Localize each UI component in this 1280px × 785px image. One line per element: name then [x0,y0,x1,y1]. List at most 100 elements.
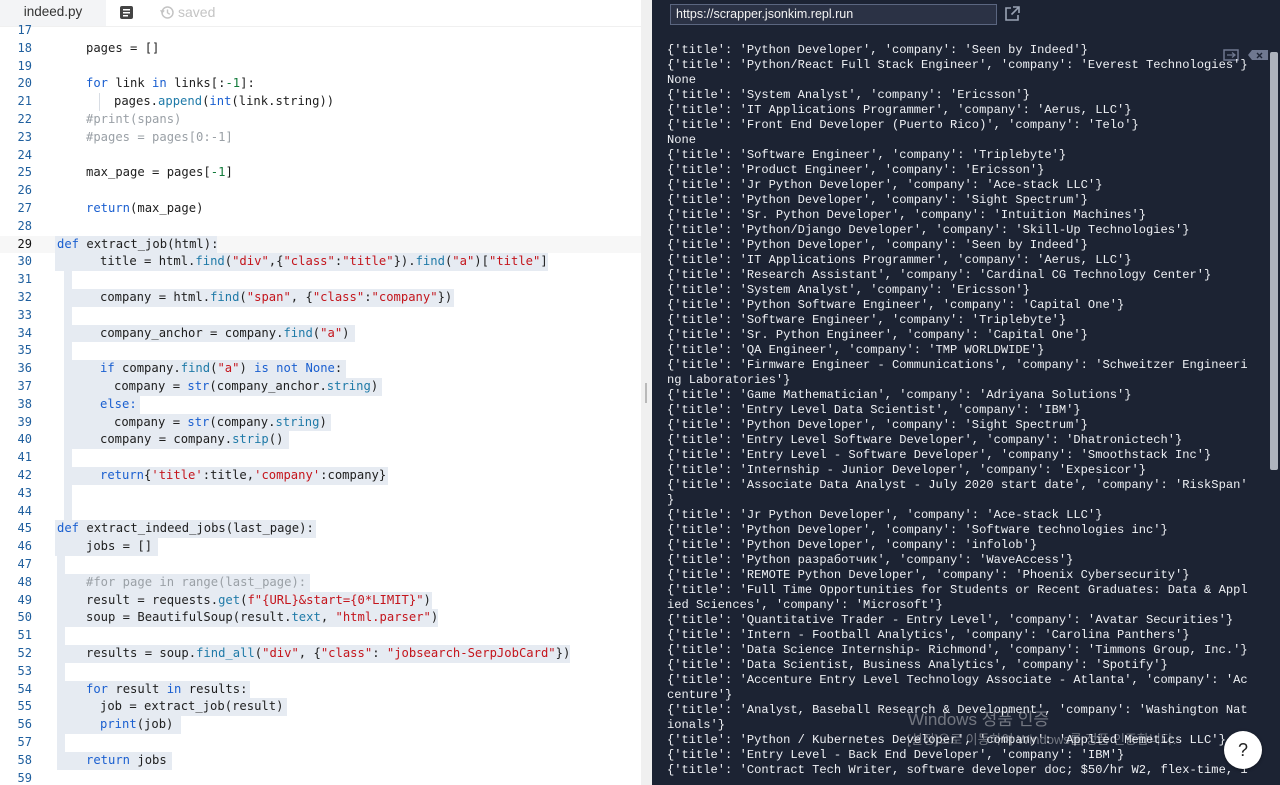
console-output-line: {'title': 'Product Engineer', 'company':… [667,163,1045,177]
console-output-line: {'title': 'Python Developer', 'company':… [667,418,1088,432]
line-number: 54 [17,681,32,696]
console-output-line: {'title': 'Intern - Football Analytics',… [667,628,1190,642]
console-output-line: {'title': 'System Analyst', 'company': '… [667,283,1030,297]
code-text: )[ [474,254,489,269]
number: -1 [210,165,226,180]
code-text: ) [239,361,255,376]
console-output-line: {'title': 'Quantitative Trader - Entry L… [667,613,1234,627]
attribute: string [275,414,320,429]
code-text: , [320,610,336,625]
line-number: 52 [17,646,32,660]
open-in-new-tab-icon[interactable] [1003,5,1021,23]
code-text: company = company. [100,432,233,447]
line-number: 58 [17,752,32,767]
code-line-42: return{'title':title,'company':company} [100,467,386,485]
code-line-20: for link in links[:-1]: [86,75,255,93]
pane-resize-handle[interactable] [645,383,647,403]
console-output-line: {'title': 'Contract Tech Writer, softwar… [667,763,1248,777]
code-text: ) [370,379,379,393]
code-line-52: results = soup.find_all("div", {"class":… [86,645,570,663]
builtin: int [209,94,232,109]
line-number: 21 [17,94,32,109]
code-text: extract_job(html): [79,236,219,251]
string: "jobsearch-SerpJobCard" [386,646,556,660]
number: -1 [225,76,241,91]
code-text: (job) [136,717,174,732]
builtin: print [100,717,137,732]
console-output-line: {'title': 'Data Scientist, Business Anal… [667,658,1168,672]
line-number: 20 [17,76,32,91]
code-text: pages = [] [86,40,160,55]
function: get [218,592,241,607]
code-text: company. [114,361,181,376]
console-output-line: {'title': 'IT Applications Programmer', … [667,103,1132,117]
code-text: link [108,76,153,91]
console-output-line: {'title': 'Python Developer', 'company':… [667,43,1088,57]
code-line-18: pages = [] [86,40,159,58]
selection-highlight [57,627,65,645]
code-text: company = [114,414,188,429]
string: "class" [283,254,335,269]
string: "a" [320,325,343,340]
repl-url-field[interactable]: https://scrapper.jsonkim.repl.run [670,4,997,25]
code-text: () [268,432,284,447]
clear-console-icon[interactable] [1248,50,1268,60]
selection-highlight [64,306,72,325]
function: find [283,325,313,340]
code-line-46: jobs = [] [86,539,153,554]
console-scrollbar[interactable] [1270,52,1278,470]
console-output-line: {'title': 'Jr Python Developer', 'compan… [667,178,1103,192]
console-output-line: ng Laboratories'} [667,373,791,387]
code-text: company = [114,379,188,393]
console-output-line: {'title': 'Entry Level - Back End Develo… [667,748,1125,762]
code-text: result = requests. [86,592,219,607]
code-text: max_page = pages[ [86,165,211,180]
console-output-line: {'title': 'IT Applications Programmer', … [667,253,1132,267]
code-text: :title, [202,468,255,482]
code-text: : [364,290,372,304]
function: find [195,254,225,269]
string: "class" [320,646,373,660]
code-line-22: #print(spans) [86,112,182,126]
code-editor[interactable]: indeed.py saved 17 18 pages = [] 19 20 f… [0,0,641,785]
code-line-50: soup = BeautifulSoup(result.text, "html.… [86,609,438,627]
code-text: company_anchor = company. [100,325,284,340]
line-number: 34 [17,325,32,340]
builtin: str [187,379,210,393]
keyword: in [166,681,182,696]
keyword: for [86,76,109,91]
code-text: (link.string)) [231,94,335,109]
console-output-line: {'title': 'System Analyst', 'company': '… [667,88,1030,102]
line-number: 27 [17,201,32,215]
code-line-27: return(max_page) [86,200,203,218]
code-text: results: [181,681,248,696]
code-text: ) [423,592,431,607]
console-output-line: centure'} [667,688,733,702]
keyword: in [152,76,167,91]
line-number: 36 [17,361,32,376]
outline-icon[interactable] [119,5,134,20]
keyword: return [86,752,131,767]
line-number: 55 [17,699,32,714]
history-icon [160,6,174,19]
console-output-line: ied Sciences', 'company': 'Microsoft'} [667,598,943,612]
console-output-line: {'title': 'Python Developer', 'company':… [667,238,1088,252]
line-number: 22 [17,112,32,126]
line-number: 19 [17,58,32,73]
console-output-line: {'title': 'Internship - Junior Developer… [667,463,1146,477]
code-text: jobs [130,752,167,767]
selection-highlight [64,484,72,503]
console-output-line: {'title': 'Entry Level Data Scientist', … [667,403,1081,417]
code-text: links[: [166,76,226,91]
line-number: 42 [17,468,32,482]
keyword: is not [254,361,299,376]
code-text: company = html. [100,290,211,304]
help-button[interactable]: ? [1224,731,1262,769]
string: "title" [488,254,541,269]
console-output-line: {'title': 'Data Science Internship- Rich… [667,643,1248,657]
code-line-39: company = str(company.string) [114,414,327,432]
attribute: string [326,379,371,393]
function: append [158,94,203,109]
code-line-58: return jobs [86,752,167,770]
console-output-line: {'title': 'Front End Developer (Puerto R… [667,118,1139,132]
